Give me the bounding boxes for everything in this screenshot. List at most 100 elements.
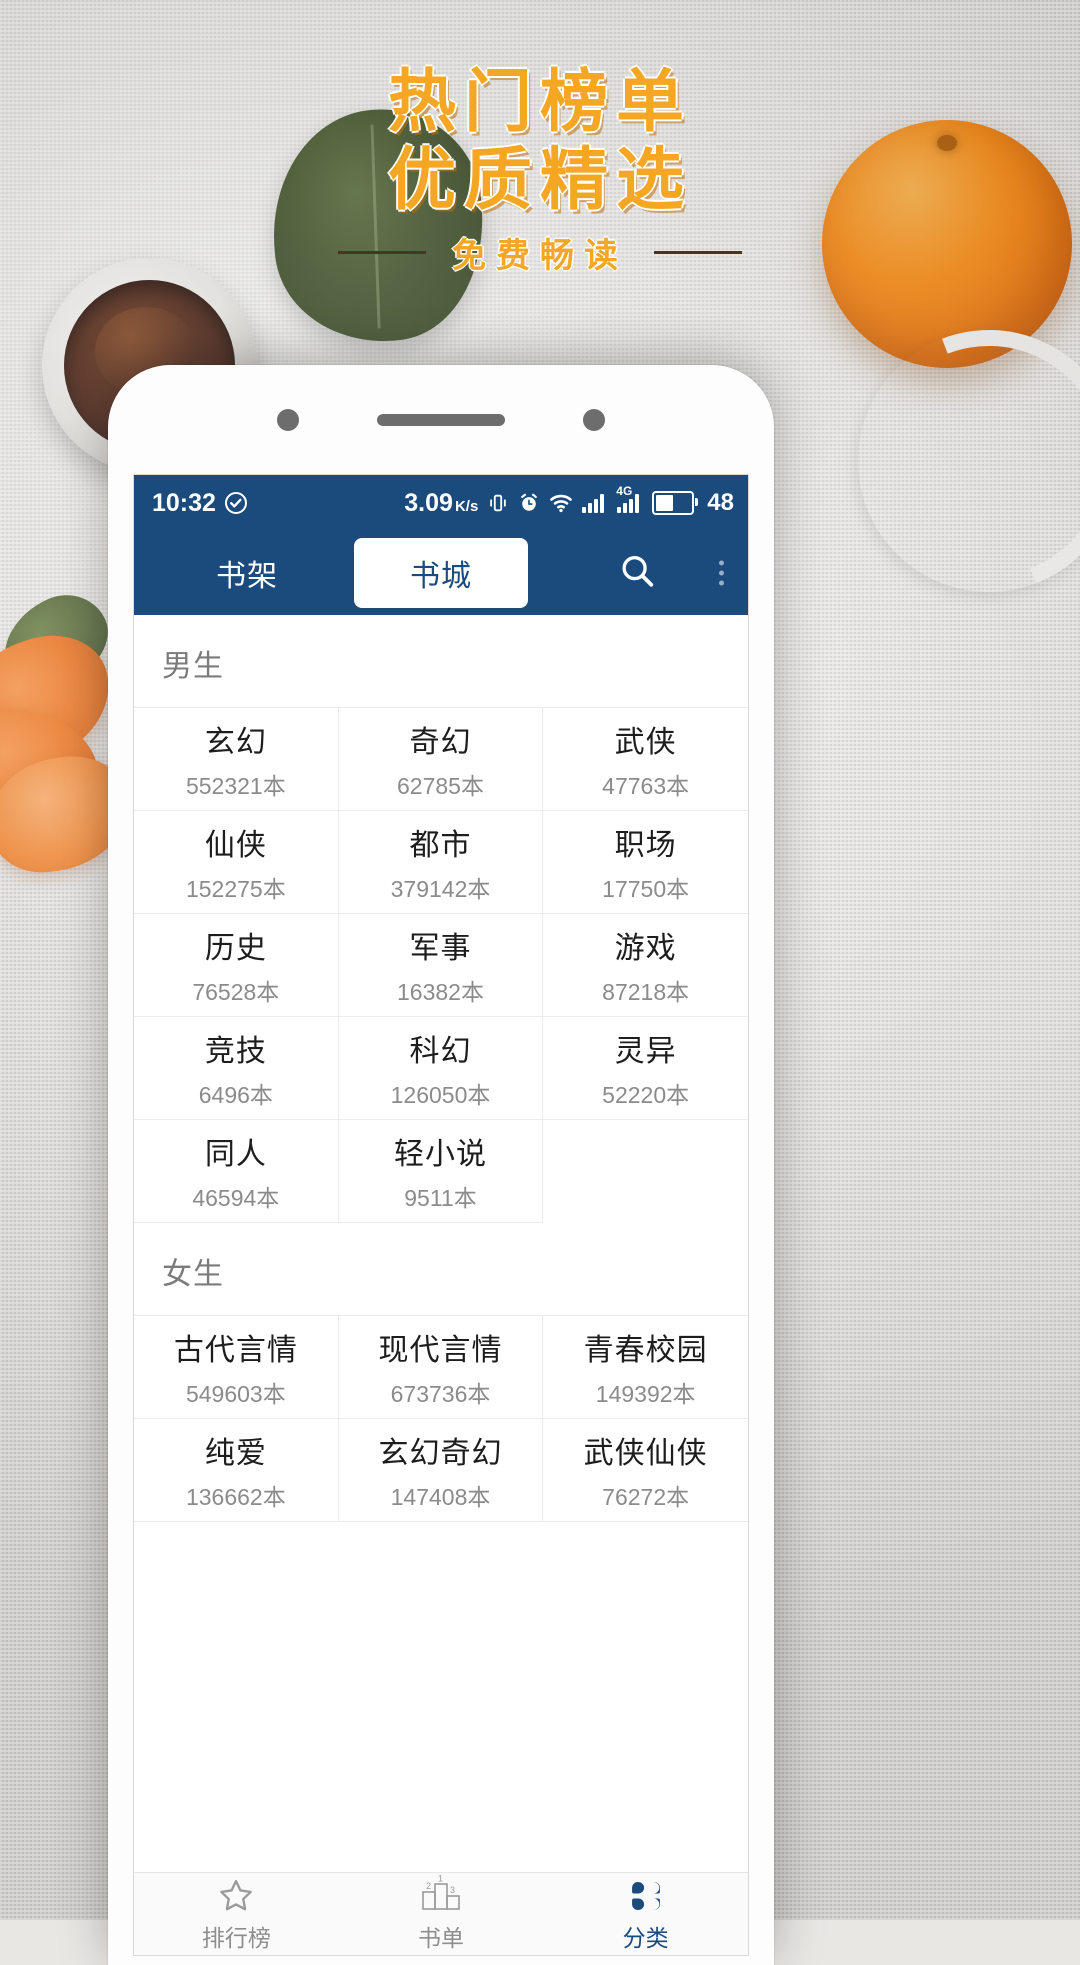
- category-cell[interactable]: 都市 379142本: [338, 811, 544, 914]
- category-cell[interactable]: 武侠仙侠 76272本: [543, 1419, 748, 1522]
- category-name: 奇幻: [409, 726, 472, 759]
- signal-4g-badge: 4G: [616, 484, 633, 498]
- more-options-icon[interactable]: [719, 560, 724, 586]
- category-cell[interactable]: 青春校园 149392本: [543, 1316, 748, 1419]
- headline-line-2: 优质精选: [387, 141, 692, 220]
- poster-headline: 热门榜单 优质精选: [0, 64, 1080, 220]
- nav-label: 分类: [622, 1925, 669, 1951]
- grid-category-icon: [626, 1875, 666, 1915]
- category-name: 科幻: [409, 1035, 472, 1068]
- proximity-sensor-icon: [583, 409, 605, 431]
- category-name: 武侠: [614, 726, 677, 759]
- battery-fill: [656, 495, 674, 511]
- category-cell[interactable]: 仙侠 152275本: [134, 811, 339, 914]
- category-cell-empty: [543, 1120, 748, 1223]
- front-camera-icon: [277, 409, 299, 431]
- category-name: 现代言情: [378, 1334, 503, 1367]
- nav-item-category[interactable]: 分类: [543, 1873, 748, 1955]
- bottom-navigation-bar: 排行榜 2 1 3 书单 分类: [134, 1872, 748, 1955]
- category-name: 军事: [409, 932, 472, 965]
- nav-item-booklist[interactable]: 2 1 3 书单: [339, 1873, 544, 1955]
- section-title-male: 男生: [162, 650, 224, 683]
- category-cell[interactable]: 灵异 52220本: [543, 1017, 748, 1120]
- category-name: 青春校园: [583, 1334, 708, 1367]
- category-grid-female: 古代言情 549603本 现代言情 673736本 青春校园 149392本 纯…: [134, 1315, 748, 1522]
- nav-label: 排行榜: [201, 1925, 271, 1951]
- category-cell[interactable]: 历史 76528本: [134, 914, 339, 1017]
- category-cell[interactable]: 奇幻 62785本: [338, 708, 544, 811]
- status-bar-right: 3.09 K/s 4G 48: [404, 484, 734, 518]
- signal-bars-icon: [582, 493, 608, 513]
- phone-mockup: 10:32 3.09 K/s 4G 48 书架 书城 男生 玄幻 552321本…: [108, 365, 774, 1965]
- svg-text:1: 1: [438, 1875, 443, 1884]
- category-name: 职场: [614, 829, 677, 862]
- category-count: 16382本: [397, 979, 484, 1005]
- more-dot: [719, 570, 724, 576]
- category-count: 379142本: [390, 876, 491, 902]
- battery-icon: [652, 491, 699, 515]
- nav-label: 书单: [418, 1925, 464, 1951]
- poster-subtitle-row: 免费畅读: [0, 228, 1080, 277]
- phone-screen: 10:32 3.09 K/s 4G 48 书架 书城 男生 玄幻 552321本…: [134, 475, 748, 1955]
- category-cell[interactable]: 科幻 126050本: [338, 1017, 544, 1120]
- category-name: 玄幻: [204, 726, 267, 759]
- earpiece-speaker: [377, 414, 505, 426]
- category-count: 149392本: [595, 1381, 696, 1407]
- network-speed: 3.09 K/s: [404, 489, 478, 518]
- category-count: 152275本: [185, 876, 286, 902]
- category-cell[interactable]: 纯爱 136662本: [134, 1419, 339, 1522]
- category-name: 玄幻奇幻: [378, 1437, 503, 1470]
- category-cell[interactable]: 职场 17750本: [543, 811, 748, 914]
- category-count: 46594本: [192, 1185, 280, 1211]
- alarm-clock-icon: [518, 492, 540, 514]
- category-count: 549603本: [185, 1381, 286, 1407]
- category-name: 轻小说: [393, 1138, 487, 1171]
- more-dot: [719, 560, 724, 566]
- search-icon[interactable]: [618, 552, 656, 595]
- category-name: 竞技: [204, 1035, 267, 1068]
- category-cell[interactable]: 轻小说 9511本: [338, 1120, 544, 1223]
- star-icon: [217, 1875, 255, 1915]
- signal-bars-4g-icon: 4G: [616, 484, 643, 513]
- category-cell[interactable]: 玄幻 552321本: [134, 708, 339, 811]
- poster-subtitle: 免费畅读: [452, 236, 628, 276]
- category-name: 古代言情: [173, 1334, 298, 1367]
- more-dot: [719, 580, 724, 586]
- flower-petal: [0, 691, 111, 857]
- category-grid-male: 玄幻 552321本 奇幻 62785本 武侠 47763本 仙侠 152275…: [134, 707, 748, 1223]
- tab-bookstore[interactable]: 书城: [354, 538, 528, 608]
- tab-bookshelf[interactable]: 书架: [216, 551, 278, 595]
- category-cell[interactable]: 游戏 87218本: [543, 914, 748, 1017]
- category-cell[interactable]: 玄幻奇幻 147408本: [338, 1419, 544, 1522]
- section-title-female: 女生: [162, 1258, 224, 1291]
- nav-item-ranking[interactable]: 排行榜: [134, 1873, 339, 1955]
- category-cell[interactable]: 武侠 47763本: [543, 708, 748, 811]
- rule-left: [338, 251, 426, 254]
- white-cable-photo: [816, 288, 1080, 634]
- category-count: 126050本: [390, 1082, 491, 1108]
- category-name: 灵异: [614, 1035, 677, 1068]
- category-cell[interactable]: 古代言情 549603本: [134, 1316, 339, 1419]
- category-count: 52220本: [602, 1082, 690, 1108]
- check-circle-icon: [224, 491, 248, 515]
- category-count: 552321本: [185, 773, 286, 799]
- svg-text:3: 3: [450, 1885, 455, 1895]
- category-name: 历史: [204, 932, 267, 965]
- small-leaf-photo: [0, 581, 123, 703]
- category-count: 62785本: [397, 773, 484, 799]
- status-bar-left: 10:32: [152, 489, 248, 518]
- category-count: 17750本: [602, 876, 690, 902]
- category-cell[interactable]: 现代言情 673736本: [338, 1316, 544, 1419]
- status-bar: 10:32 3.09 K/s 4G 48: [134, 475, 748, 531]
- category-count: 47763本: [602, 773, 690, 799]
- category-count: 673736本: [390, 1381, 491, 1407]
- headline-line-1: 热门榜单: [387, 63, 692, 142]
- category-cell[interactable]: 竞技 6496本: [134, 1017, 339, 1120]
- podium-icon: 2 1 3: [417, 1875, 465, 1915]
- category-cell[interactable]: 同人 46594本: [134, 1120, 339, 1223]
- category-name: 游戏: [614, 932, 677, 965]
- category-cell[interactable]: 军事 16382本: [338, 914, 544, 1017]
- rule-right: [654, 251, 742, 254]
- category-list[interactable]: 男生 玄幻 552321本 奇幻 62785本 武侠 47763本 仙侠 152…: [134, 615, 748, 1873]
- network-speed-unit: K/s: [454, 497, 479, 515]
